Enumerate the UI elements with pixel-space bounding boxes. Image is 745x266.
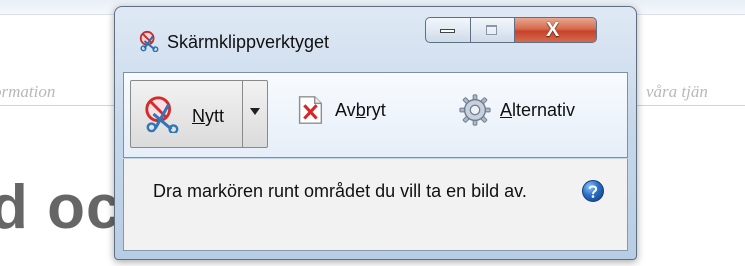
options-label-suffix: lternativ [512, 99, 576, 120]
instruction-panel: Dra markören runt området du vill ta en … [123, 159, 628, 251]
options-label-underlined: A [500, 99, 513, 120]
cancel-label-suffix: ryt [365, 99, 386, 120]
background-left-text: ormation [0, 82, 56, 101]
snipping-toolbar: Nytt Avbryt Alternativ [123, 72, 628, 158]
new-snip-label-suffix: ytt [205, 106, 225, 126]
new-snip-split-button: Nytt [130, 80, 268, 148]
background-divider-left [0, 105, 120, 106]
options-label: Alternativ [500, 100, 575, 121]
window-title: Skärmklippverktyget [167, 32, 330, 52]
minimize-icon [440, 29, 455, 33]
new-snip-button[interactable]: Nytt [131, 81, 243, 147]
chevron-down-icon [250, 108, 260, 115]
screenshot-page: ormation våra tjän d oc Skärmklippverkty… [0, 0, 745, 266]
title-bar[interactable]: Skärmklippverktyget X [115, 7, 636, 59]
background-divider-right [620, 105, 745, 106]
new-snip-scissors-icon [145, 96, 179, 133]
options-button[interactable]: Alternativ [458, 90, 622, 130]
close-icon: X [546, 19, 560, 41]
window-caption-buttons: X [425, 17, 627, 43]
minimize-button[interactable] [425, 17, 471, 43]
cancel-label-underlined: b [355, 99, 366, 120]
cancel-label-prefix: Av [335, 99, 356, 120]
snipping-tool-window: Skärmklippverktyget X Nytt Avbryt Altern… [114, 6, 637, 260]
instruction-text: Dra markören runt området du vill ta en … [153, 181, 527, 201]
new-snip-label: Nytt [192, 106, 224, 127]
cancel-label: Avbryt [335, 100, 386, 121]
background-heading: d oc [0, 173, 122, 242]
maximize-icon [486, 25, 497, 35]
maximize-button[interactable] [471, 17, 515, 43]
background-right-text: våra tjän [646, 82, 708, 101]
gear-icon [459, 94, 491, 126]
cancel-x-icon [298, 96, 323, 124]
cancel-button[interactable]: Avbryt [293, 90, 409, 130]
scissors-icon [139, 30, 159, 52]
help-icon[interactable] [581, 179, 605, 203]
new-snip-label-underlined: N [192, 106, 205, 126]
new-snip-dropdown-button[interactable] [243, 81, 267, 147]
close-button[interactable]: X [515, 17, 597, 43]
